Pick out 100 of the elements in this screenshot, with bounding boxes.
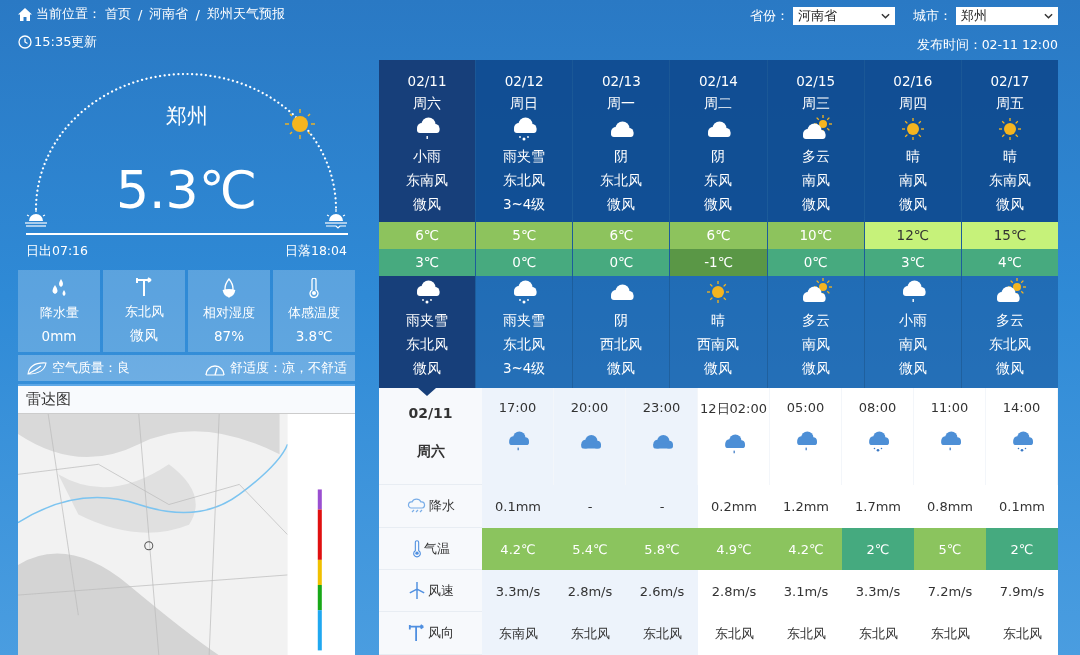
day-weather: 晴 xyxy=(905,147,920,166)
wind-level: 微风 xyxy=(801,195,830,214)
day-column[interactable]: 02/14 周二 阴 东风 微风 6℃ -1℃ 晴 西南风 微风 xyxy=(669,60,767,388)
weekday: 周日 xyxy=(510,94,539,113)
night-weather: 雨夹雪 xyxy=(406,311,449,330)
breadcrumb-separator: / xyxy=(138,6,143,22)
forecast-date: 02/12 xyxy=(504,72,544,91)
day-weather: 阴 xyxy=(614,147,629,166)
row-label: 风速 xyxy=(427,581,454,600)
high-temperature: 6℃ xyxy=(573,222,670,249)
breadcrumb-link[interactable]: 郑州天气预报 xyxy=(206,5,285,24)
day-weather: 雨夹雪 xyxy=(503,147,546,166)
low-temperature: 3℃ xyxy=(864,249,961,276)
hourly-weekday: 周六 xyxy=(416,443,445,461)
sunrise-icon xyxy=(24,208,48,227)
home-icon[interactable] xyxy=(18,7,32,21)
precipitation-value: - xyxy=(659,499,665,514)
wind-direction-value: 东北风 xyxy=(858,624,898,643)
high-temperature: 6℃ xyxy=(670,222,767,249)
day-weather: 小雨 xyxy=(413,147,442,166)
dropdown-select[interactable]: 郑州 xyxy=(956,7,1058,25)
dropdown-select[interactable]: 河南省 xyxy=(793,7,895,25)
publish-time: 发布时间：02-11 12:00 xyxy=(916,35,1058,54)
wind-direction: 东风 xyxy=(704,171,733,190)
sunrise-time: 日出07:16 xyxy=(26,243,89,261)
caret-icon xyxy=(881,13,890,19)
wind-direction-value: 东北风 xyxy=(1002,624,1042,643)
air-quality: 空气质量：良 xyxy=(52,358,130,377)
wind-level: 微风 xyxy=(413,359,442,378)
wind-vane-icon xyxy=(134,277,154,298)
wind-direction-value: 东南风 xyxy=(498,624,538,643)
hourly-date: 02/11 xyxy=(408,405,453,421)
weekday: 周一 xyxy=(607,94,636,113)
hour-time: 20:00 xyxy=(570,400,609,415)
day-column[interactable]: 02/12 周日 雨夹雪 东北风 3~4级 5℃ 0℃ 雨夹雪 东北风 3~4级 xyxy=(475,60,573,388)
precipitation-value: 1.7mm xyxy=(855,499,901,514)
forecast-date: 02/15 xyxy=(796,72,836,91)
weekday: 周二 xyxy=(704,94,733,113)
high-temperature: 15℃ xyxy=(961,222,1058,249)
breadcrumb-separator: / xyxy=(195,6,200,22)
wind-level: 微风 xyxy=(607,195,636,214)
wind-direction-value: 东北风 xyxy=(786,624,826,643)
wind-speed-value: 3.3m/s xyxy=(855,583,901,599)
forecast-date: 02/11 xyxy=(407,72,447,91)
low-temperature: 0℃ xyxy=(476,249,573,276)
breadcrumb-link[interactable]: 河南省 xyxy=(149,5,189,24)
wind-level: 微风 xyxy=(898,195,927,214)
clock-icon xyxy=(18,35,32,50)
wind-direction: 东南风 xyxy=(988,171,1031,190)
weekday: 周三 xyxy=(801,94,830,113)
wind-level: 微风 xyxy=(995,195,1024,214)
wind-direction: 东北风 xyxy=(503,171,546,190)
sunset-icon xyxy=(324,208,348,229)
wind-speed-value: 3.3m/s xyxy=(495,583,541,599)
high-temperature: 5℃ xyxy=(476,222,573,249)
day-column[interactable]: 02/15 周三 多云 南风 微风 10℃ 0℃ 多云 南风 微风 xyxy=(766,60,864,388)
thermometer-icon xyxy=(411,539,422,558)
weekday: 周四 xyxy=(898,94,927,113)
day-column[interactable]: 02/17 周五 晴 东南风 微风 15℃ 4℃ 多云 东北风 微风 xyxy=(960,60,1058,388)
temperature-cell: 4.2℃ xyxy=(770,528,842,570)
hour-time: 14:00 xyxy=(1002,400,1041,415)
rain-cloud-icon xyxy=(406,498,427,514)
day-column[interactable]: 02/11 周六 小雨 东南风 微风 6℃ 3℃ 雨夹雪 东北风 微风 xyxy=(379,60,476,388)
wind-direction: 西北风 xyxy=(600,335,643,354)
wind-direction: 南风 xyxy=(898,171,927,190)
wind-level: 微风 xyxy=(607,359,636,378)
city-name: 郑州 xyxy=(165,102,208,130)
wind-speed-value: 3.1m/s xyxy=(783,583,829,599)
temperature-cell: 5.4℃ xyxy=(554,528,626,570)
low-temperature: 4℃ xyxy=(961,249,1058,276)
hour-time: 11:00 xyxy=(930,400,969,415)
update-time: 15:35更新 xyxy=(34,33,98,52)
caret-icon xyxy=(1044,13,1053,19)
sunset-time: 日落18:04 xyxy=(284,243,347,261)
wind-speed-value: 7.2m/s xyxy=(927,583,973,599)
breadcrumb-label: 当前位置： xyxy=(36,5,101,24)
weekday: 周六 xyxy=(413,94,442,113)
metric-label: 相对湿度 xyxy=(203,304,255,323)
wind-level: 微风 xyxy=(898,359,927,378)
temperature-cell: 4.9℃ xyxy=(698,528,770,570)
precipitation-value: 1.2mm xyxy=(783,499,829,514)
selector-label: 省份： xyxy=(750,7,789,25)
hour-time: 05:00 xyxy=(786,400,825,415)
current-temperature: 5.3℃ xyxy=(115,158,258,222)
precipitation-value: 0.2mm xyxy=(711,499,757,514)
night-weather: 晴 xyxy=(711,311,726,330)
wind-direction-value: 东北风 xyxy=(642,624,682,643)
hour-time: 23:00 xyxy=(642,400,681,415)
metric-label: 体感温度 xyxy=(288,304,340,323)
radar-title: 雷达图 xyxy=(26,389,71,409)
low-temperature: 3℃ xyxy=(379,249,476,276)
leaf-icon xyxy=(26,360,48,375)
precipitation-value: - xyxy=(587,499,593,514)
night-weather: 小雨 xyxy=(898,311,927,330)
high-temperature: 12℃ xyxy=(864,222,961,249)
night-weather: 阴 xyxy=(614,311,629,330)
breadcrumb-link[interactable]: 首页 xyxy=(105,5,131,24)
day-column[interactable]: 02/16 周四 晴 南风 微风 12℃ 3℃ 小雨 南风 微风 xyxy=(863,60,961,388)
forecast-date: 02/17 xyxy=(990,72,1030,91)
day-column[interactable]: 02/13 周一 阴 东北风 微风 6℃ 0℃ 阴 西北风 微风 xyxy=(572,60,670,388)
